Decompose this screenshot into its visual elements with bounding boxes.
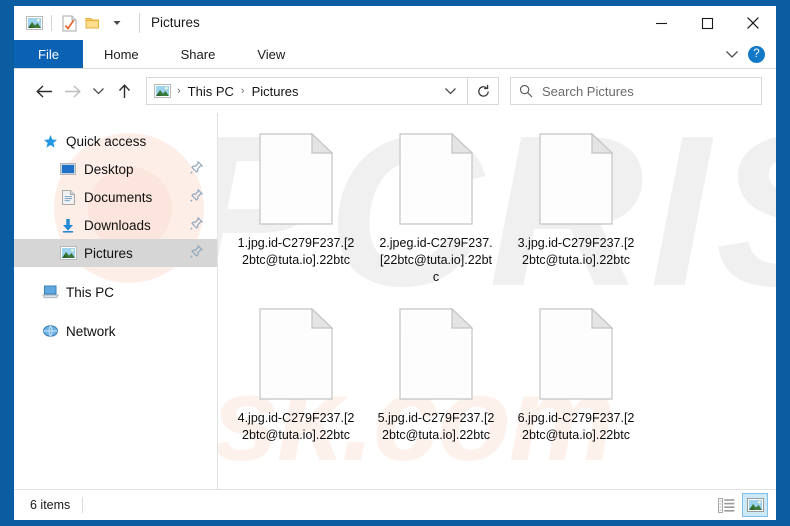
tab-share[interactable]: Share xyxy=(160,40,237,68)
minimize-button[interactable] xyxy=(638,6,684,40)
file-item[interactable]: 2.jpeg.id-C279F237.[22btc@tuta.io].22btc xyxy=(366,127,506,286)
sidebar-item-label: Documents xyxy=(84,189,153,205)
sidebar-item-pictures[interactable]: Pictures xyxy=(14,239,217,267)
file-item[interactable]: 3.jpg.id-C279F237.[22btc@tuta.io].22btc xyxy=(506,127,646,286)
navigation-pane: Quick access Desktop Documents Downloads… xyxy=(14,113,218,489)
properties-icon[interactable] xyxy=(57,12,81,34)
downloads-icon xyxy=(58,216,78,234)
sidebar-item-network[interactable]: Network xyxy=(14,317,217,345)
ribbon-tab-bar: File Home Share View ? xyxy=(14,40,776,69)
item-count-label: 6 items xyxy=(30,498,71,512)
file-item[interactable]: 6.jpg.id-C279F237.[22btc@tuta.io].22btc xyxy=(506,302,646,444)
pin-icon[interactable] xyxy=(190,244,204,261)
maximize-button[interactable] xyxy=(684,6,730,40)
ribbon-right-controls: ? xyxy=(725,40,772,68)
details-view-icon[interactable] xyxy=(714,494,738,516)
desktop-background: Pictures File Home Share View ? › This P… xyxy=(0,0,790,526)
pictures-folder-icon[interactable] xyxy=(22,12,46,34)
sidebar-item-this-pc[interactable]: This PC xyxy=(14,278,217,306)
address-bar: › This PC › Pictures Search Pictures xyxy=(14,69,776,113)
sidebar-item-downloads[interactable]: Downloads xyxy=(14,211,217,239)
qat-separator-1 xyxy=(51,15,52,31)
blank-document-icon xyxy=(250,302,342,406)
breadcrumb-separator-1: › xyxy=(240,85,245,97)
explorer-body: Quick access Desktop Documents Downloads… xyxy=(14,113,776,489)
status-divider xyxy=(82,497,84,513)
file-name: 1.jpg.id-C279F237.[22btc@tuta.io].22btc xyxy=(237,236,355,267)
search-placeholder: Search Pictures xyxy=(542,83,634,99)
sidebar-item-label: This PC xyxy=(66,284,115,300)
back-button[interactable] xyxy=(30,77,58,105)
customize-dropdown-icon[interactable] xyxy=(105,12,129,34)
sidebar-item-documents[interactable]: Documents xyxy=(14,183,217,211)
pin-icon[interactable] xyxy=(190,160,204,177)
sidebar-item-label: Quick access xyxy=(66,133,147,149)
pictures-icon xyxy=(58,244,78,262)
sidebar-item-label: Desktop xyxy=(84,161,134,177)
blank-document-icon xyxy=(390,302,482,406)
breadcrumb-pictures-icon xyxy=(154,83,172,99)
breadcrumb-item-pictures[interactable]: Pictures xyxy=(250,84,301,99)
network-icon xyxy=(40,322,60,340)
sidebar-item-label: Network xyxy=(66,323,116,339)
view-toggle-group xyxy=(714,493,768,517)
quick-access-toolbar xyxy=(14,12,129,34)
breadcrumb-chevron-down-icon[interactable] xyxy=(436,86,465,96)
sidebar-item-desktop[interactable]: Desktop xyxy=(14,155,217,183)
file-item[interactable]: 5.jpg.id-C279F237.[22btc@tuta.io].22btc xyxy=(366,302,506,444)
desktop-icon xyxy=(58,160,78,178)
new-folder-icon[interactable] xyxy=(81,12,105,34)
file-item[interactable]: 1.jpg.id-C279F237.[22btc@tuta.io].22btc xyxy=(226,127,366,286)
file-name: 5.jpg.id-C279F237.[22btc@tuta.io].22btc xyxy=(377,411,495,442)
sidebar-item-label: Downloads xyxy=(84,217,151,233)
large-icons-view-icon[interactable] xyxy=(742,493,768,517)
up-button[interactable] xyxy=(110,77,138,105)
sidebar-gap-2 xyxy=(14,306,217,317)
blank-document-icon xyxy=(390,127,482,231)
status-bar: 6 items xyxy=(14,489,776,520)
breadcrumb[interactable]: › This PC › Pictures xyxy=(146,77,468,105)
pin-icon[interactable] xyxy=(190,188,204,205)
search-input[interactable]: Search Pictures xyxy=(510,77,762,105)
file-name: 2.jpeg.id-C279F237.[22btc@tuta.io].22btc xyxy=(379,236,493,284)
window-controls xyxy=(638,6,776,40)
star-icon xyxy=(40,132,60,150)
this-pc-icon xyxy=(40,283,60,301)
file-name: 6.jpg.id-C279F237.[22btc@tuta.io].22btc xyxy=(517,411,635,442)
forward-button xyxy=(58,77,86,105)
sidebar-item-label: Pictures xyxy=(84,245,133,261)
breadcrumb-item-this-pc[interactable]: This PC xyxy=(186,84,236,99)
chevron-down-icon[interactable] xyxy=(725,49,739,59)
file-item[interactable]: 4.jpg.id-C279F237.[22btc@tuta.io].22btc xyxy=(226,302,366,444)
file-name: 3.jpg.id-C279F237.[22btc@tuta.io].22btc xyxy=(517,236,635,267)
sidebar-gap-1 xyxy=(14,267,217,278)
help-button[interactable]: ? xyxy=(748,45,765,63)
window-title: Pictures xyxy=(139,13,200,33)
blank-document-icon xyxy=(530,127,622,231)
breadcrumb-separator-0: › xyxy=(177,85,181,97)
title-bar: Pictures xyxy=(14,6,776,40)
recent-locations-button[interactable] xyxy=(86,77,110,105)
tab-file[interactable]: File xyxy=(14,40,83,68)
search-icon xyxy=(519,84,533,98)
file-explorer-window: Pictures File Home Share View ? › This P… xyxy=(14,6,776,520)
tab-home[interactable]: Home xyxy=(83,40,160,68)
file-list-area[interactable]: PCRISK risk.com 1.jpg.id-C279F237.[22btc… xyxy=(218,113,776,489)
documents-icon xyxy=(58,188,78,206)
file-name: 4.jpg.id-C279F237.[22btc@tuta.io].22btc xyxy=(237,411,355,442)
tab-view[interactable]: View xyxy=(236,40,306,68)
pin-icon[interactable] xyxy=(190,216,204,233)
sidebar-item-quick-access[interactable]: Quick access xyxy=(14,127,217,155)
close-button[interactable] xyxy=(730,6,776,40)
file-grid: 1.jpg.id-C279F237.[22btc@tuta.io].22btc … xyxy=(218,113,776,460)
refresh-button[interactable] xyxy=(468,77,499,105)
blank-document-icon xyxy=(530,302,622,406)
blank-document-icon xyxy=(250,127,342,231)
